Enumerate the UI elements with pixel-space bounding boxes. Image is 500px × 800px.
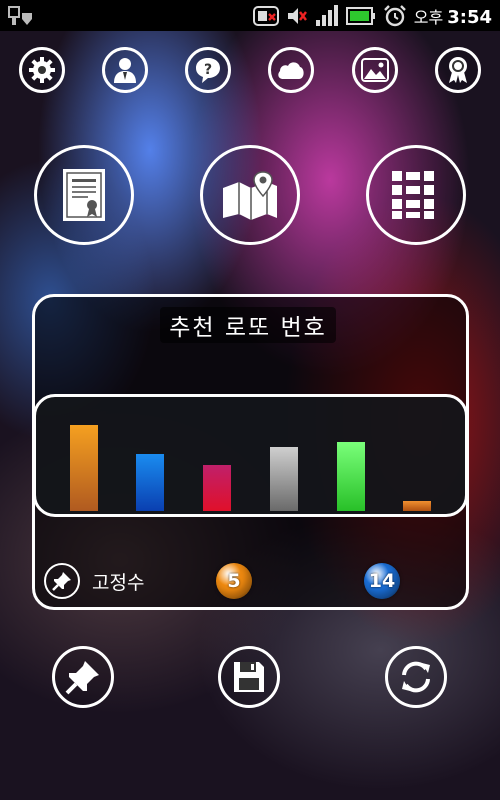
mute-icon xyxy=(287,7,307,24)
sim-error-icon xyxy=(252,5,279,26)
settings-button[interactable] xyxy=(19,47,65,93)
help-icon: ? xyxy=(196,58,220,83)
pin-button[interactable] xyxy=(52,646,114,708)
pin-icon xyxy=(65,661,99,695)
user-button[interactable] xyxy=(102,47,148,93)
usb-debug-icon xyxy=(8,6,32,25)
map-button[interactable] xyxy=(200,145,300,245)
settings-icon xyxy=(29,57,55,83)
image-icon xyxy=(361,58,389,82)
chart-bar-6 xyxy=(403,501,431,511)
chart-bar-4 xyxy=(270,447,298,511)
help-button[interactable]: ? xyxy=(185,47,231,93)
clock: 오후 3:54 xyxy=(414,4,492,28)
chart-bar-3 xyxy=(203,465,231,511)
image-button[interactable] xyxy=(352,47,398,93)
cloud-icon xyxy=(278,62,304,79)
award-button[interactable] xyxy=(435,47,481,93)
user-icon xyxy=(114,58,136,83)
pin-icon xyxy=(52,572,71,591)
fixed-pin-button[interactable] xyxy=(44,563,80,599)
status-bar: 오후 3:54 xyxy=(0,0,500,31)
fixed-number-ball[interactable]: 14 xyxy=(364,563,400,599)
map-icon xyxy=(223,171,277,220)
clock-ampm: 오후 xyxy=(413,7,444,27)
cloud-button[interactable] xyxy=(268,47,314,93)
fixed-numbers-row: 고정수 xyxy=(44,563,144,599)
battery-icon xyxy=(345,6,375,25)
number-bar-chart xyxy=(70,425,431,511)
refresh-button[interactable] xyxy=(385,646,447,708)
clock-time: 3:54 xyxy=(447,6,492,28)
certificate-icon xyxy=(63,169,105,221)
svg-text:?: ? xyxy=(204,62,212,78)
save-icon xyxy=(234,662,264,692)
alarm-icon xyxy=(383,4,406,26)
save-button[interactable] xyxy=(218,646,280,708)
chart-bar-2 xyxy=(136,454,164,511)
fixed-number-ball[interactable]: 5 xyxy=(216,563,252,599)
grid-list-button[interactable] xyxy=(366,145,466,245)
panel-title: 추천 로또 번호 xyxy=(160,307,336,343)
signal-icon xyxy=(315,4,338,26)
refresh-icon xyxy=(402,661,430,693)
award-icon xyxy=(449,57,467,83)
chart-bar-1 xyxy=(70,425,98,511)
fixed-label: 고정수 xyxy=(92,571,145,594)
chart-bar-5 xyxy=(337,442,365,511)
certificate-button[interactable] xyxy=(34,145,134,245)
grid-list-icon xyxy=(392,171,434,219)
